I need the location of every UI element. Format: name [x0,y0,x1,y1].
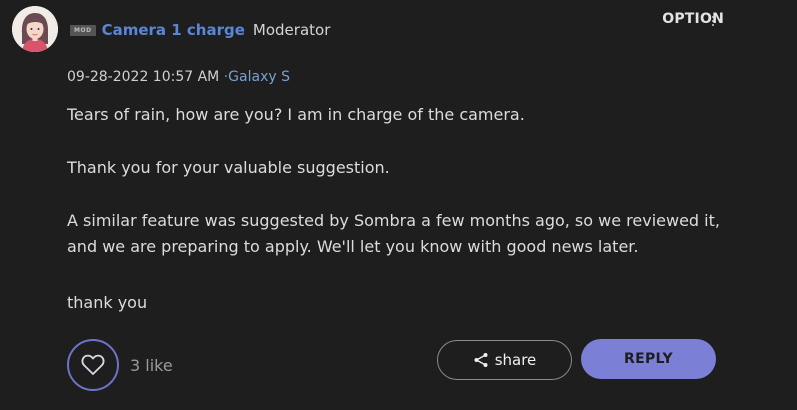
author-name-link[interactable]: Camera 1 charge [102,21,245,39]
share-icon [474,353,488,367]
heart-icon [81,354,105,375]
board-link[interactable]: Galaxy S [228,69,290,85]
post-paragraph: A similar feature was suggested by Sombr… [67,211,720,256]
post-meta: 09-28-2022 10:57 AM ·Galaxy S [67,69,290,85]
post-date: 09-28-2022 10:57 AM [67,69,220,85]
author-row: MOD Camera 1 charge Moderator [70,18,330,42]
like-button[interactable] [67,339,119,391]
reply-button[interactable]: REPLY [581,339,716,379]
moderator-badge: MOD [70,24,96,36]
post-paragraph: Tears of rain, how are you? I am in char… [67,105,525,124]
avatar-illustration [12,6,58,52]
post-paragraph: Thank you for your valuable suggestion. [67,158,390,177]
post-paragraph: thank you [67,293,148,312]
avatar[interactable] [12,6,58,52]
share-label: share [494,351,537,369]
more-vertical-icon[interactable] [706,10,720,32]
share-button[interactable]: share [437,340,572,380]
like-count: 3 like [130,356,173,375]
author-role: Moderator [252,21,331,39]
